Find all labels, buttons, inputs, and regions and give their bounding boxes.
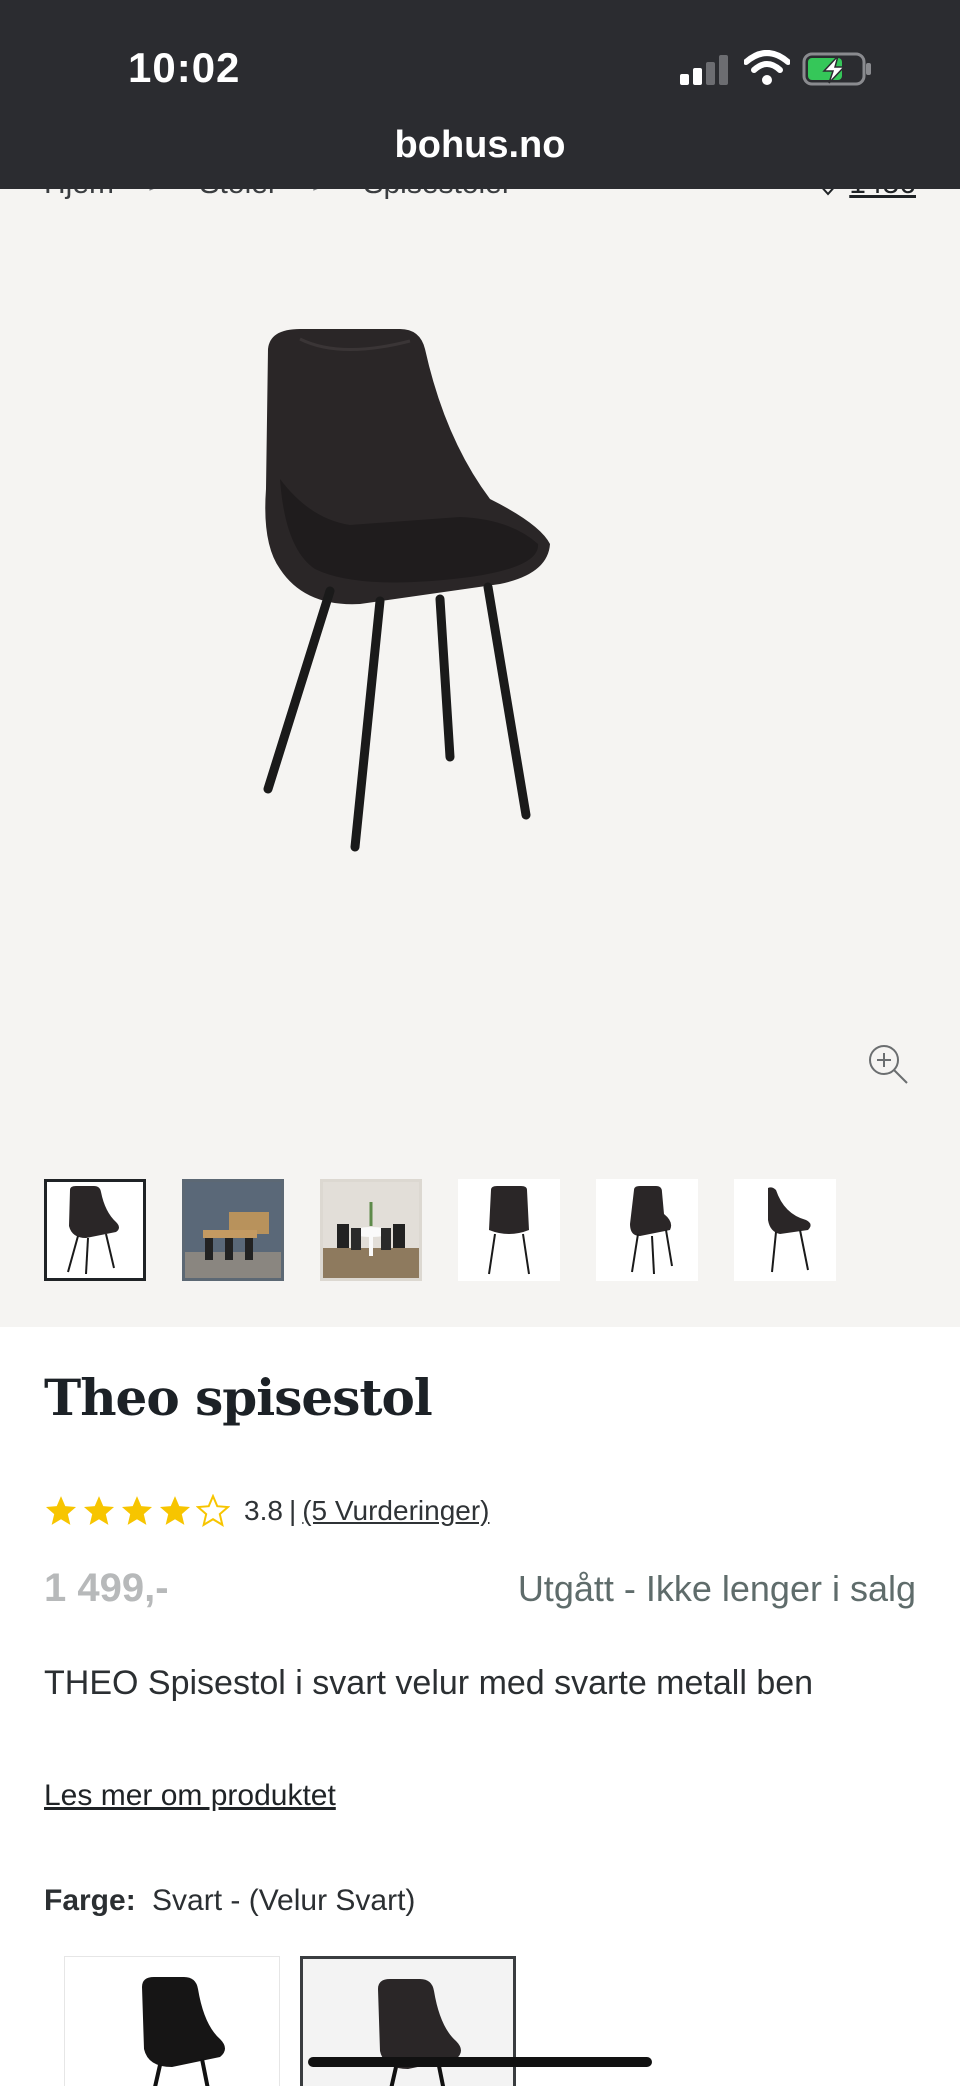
reviews-link[interactable]: (5 Vurderinger)	[302, 1495, 489, 1527]
availability-status: Utgått - Ikke lenger i salg	[517, 1568, 916, 1609]
breadcrumb: Hjem > Stoler > Spisestoler	[44, 189, 512, 201]
rating-value: 3.8	[244, 1495, 283, 1526]
breadcrumb-separator-icon: >	[312, 189, 330, 201]
product-main-image[interactable]	[240, 329, 720, 1049]
thumbnail-3[interactable]	[320, 1179, 422, 1281]
round-table-thumbnail-image	[323, 1182, 419, 1278]
star-filled-icon	[121, 1496, 153, 1525]
star-filled-icon	[83, 1496, 115, 1525]
product-price: 1 499,-	[44, 1566, 169, 1610]
thumbnail-1[interactable]	[44, 1179, 146, 1281]
chair-swatch-image	[142, 1977, 225, 2086]
dining-room-thumbnail-image	[185, 1182, 281, 1278]
star-rating	[44, 1494, 230, 1528]
breadcrumb-dining-chairs[interactable]: Spisestoler	[363, 189, 511, 201]
star-filled-icon	[159, 1496, 191, 1525]
status-time: 10:02	[128, 44, 241, 91]
color-selection: Farge: Svart - (Velur Svart)	[44, 1884, 415, 1918]
wifi-icon	[744, 50, 790, 85]
thumbnail-2[interactable]	[182, 1179, 284, 1281]
chair-thumbnail-image	[67, 1186, 119, 1275]
heart-icon	[822, 189, 835, 196]
favorite-count: 1456	[849, 189, 916, 201]
color-swatch-1[interactable]	[64, 1956, 280, 2086]
chair-side-thumbnail-image	[768, 1187, 811, 1273]
browser-top-bar: 10:02 bohus.no	[0, 0, 960, 189]
chair-angle-thumbnail-image	[630, 1186, 673, 1275]
breadcrumb-home[interactable]: Hjem	[44, 189, 114, 201]
breadcrumb-separator-icon: >	[148, 189, 166, 201]
product-title: Theo spisestol	[44, 1368, 433, 1427]
product-gallery: Hjem > Stoler > Spisestoler 1456	[0, 189, 960, 1327]
chair-swatch-image	[378, 1979, 461, 2086]
color-value: Svart - (Velur Svart)	[152, 1884, 416, 1917]
battery-charging-icon	[802, 52, 871, 86]
read-more-link[interactable]: Les mer om produktet	[44, 1779, 336, 1813]
thumbnail-4[interactable]	[458, 1179, 560, 1281]
product-rating: 3.8 | (5 Vurderinger)	[44, 1494, 489, 1528]
chair-front-thumbnail-image	[488, 1186, 530, 1275]
color-label: Farge:	[44, 1884, 136, 1917]
rating-separator: |	[288, 1495, 297, 1526]
thumbnail-5[interactable]	[596, 1179, 698, 1281]
url-bar[interactable]: bohus.no	[0, 124, 960, 167]
home-indicator[interactable]	[308, 2057, 652, 2067]
star-empty-icon	[196, 1494, 230, 1527]
cellular-signal-icon	[680, 55, 728, 85]
thumbnail-strip	[44, 1179, 836, 1281]
star-filled-icon	[45, 1496, 77, 1525]
favorite-button[interactable]: 1456	[815, 189, 916, 201]
zoom-in-icon[interactable]	[866, 1042, 910, 1086]
breadcrumb-chairs[interactable]: Stoler	[200, 189, 278, 201]
product-description: THEO Spisestol i svart velur med svarte …	[44, 1664, 814, 1702]
thumbnail-6[interactable]	[734, 1179, 836, 1281]
